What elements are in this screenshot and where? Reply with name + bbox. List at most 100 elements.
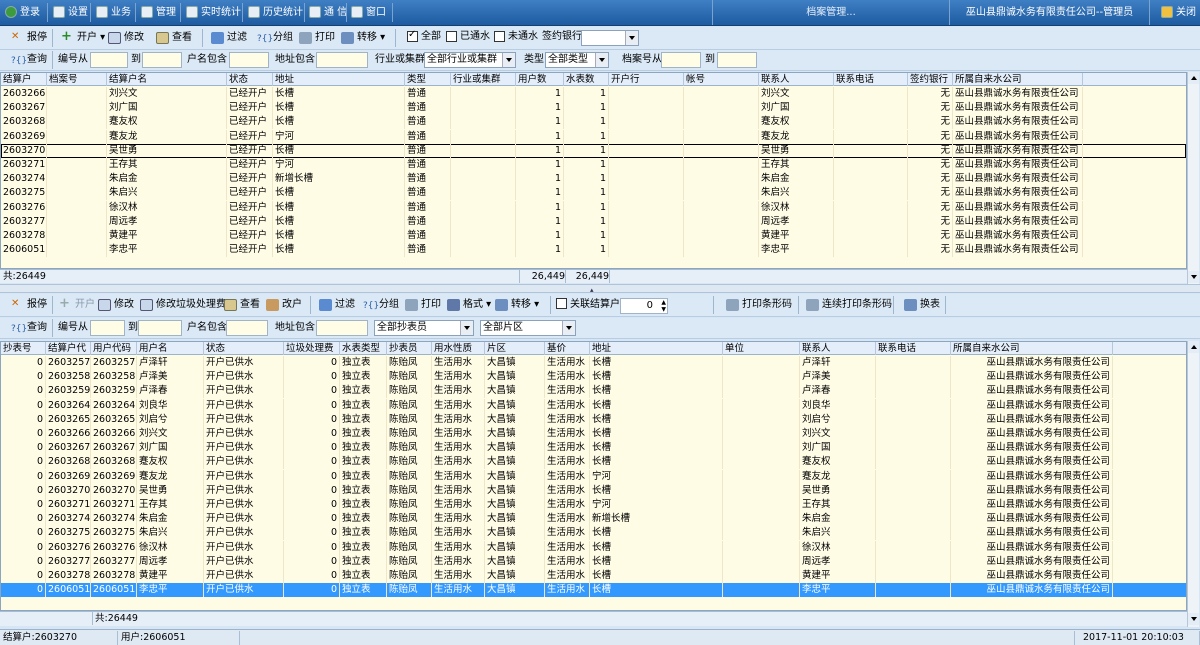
column-header[interactable]: 行业或集群 [451, 73, 516, 86]
table-row[interactable]: 0 2603265 2603265 刘启兮 开户已供水 0 独立表 陈贻凤 生活用水 大昌镇 生活用… [1, 412, 1186, 427]
group-button[interactable]: ?{} 分组 [256, 28, 293, 48]
account-grid-scrollbar[interactable] [1187, 72, 1199, 284]
table-row[interactable]: 0 2603275 2603275 朱启兴 开户已供水 0 独立表 陈贻凤 生活用水 大昌镇 生活用… [1, 526, 1186, 541]
table-row[interactable]: 0 2603276 2603276 徐汉林 开户已供水 0 独立表 陈贻凤 生活用水 大昌镇 生活用… [1, 540, 1186, 555]
table-row[interactable]: 2603278 黄建平 已经开户 长槽 普通 1 1 黄建平无巫山县鼎诚水务有限责任公司 [1, 229, 1186, 243]
column-header[interactable]: 状态 [227, 73, 273, 86]
table-row[interactable]: 2603268 蹇友权 已经开户 长槽 普通 1 1 蹇友权无巫山县鼎诚水务有限责任公司 [1, 115, 1186, 130]
menu-history[interactable]: 历史统计 [245, 2, 303, 23]
name-contains-input[interactable] [229, 52, 269, 68]
spinner-arrows-icon[interactable]: ▲ ▼ [661, 299, 666, 313]
report-stop-button-2[interactable]: ✕ 报停 [10, 295, 47, 315]
column-header[interactable]: 片区 [485, 342, 545, 355]
menu-realtime[interactable]: 实时统计 [183, 2, 241, 23]
table-row[interactable]: 0 2603264 2603264 刘良华 开户已供水 0 独立表 陈贻凤 生活用水 大昌镇 生活用… [1, 398, 1186, 413]
transfer-button-2[interactable]: 转移 ▾ [494, 295, 539, 315]
table-row[interactable]: 0 2603268 2603268 蹇友权 开户已供水 0 独立表 陈贻凤 生活用水 大昌镇 生活用… [1, 455, 1186, 470]
column-header[interactable]: 所属自来水公司 [953, 73, 1083, 86]
table-row[interactable]: 0 2603271 2603271 王存其 开户已供水 0 独立表 陈贻凤 生活用水 大昌镇 生活用… [1, 498, 1186, 512]
type-select[interactable]: 全部类型 [545, 52, 609, 68]
column-header[interactable]: 联系人 [759, 73, 834, 86]
column-header[interactable]: 用户名 [137, 342, 204, 355]
table-row[interactable]: 0 2603258 2603258 卢泽美 开户已供水 0 独立表 陈贻凤 生活用水 大昌镇 生活用… [1, 370, 1186, 385]
table-row[interactable]: 0 2603278 2603278 黄建平 开户已供水 0 独立表 陈贻凤 生活用水 大昌镇 生活用… [1, 569, 1186, 583]
column-header[interactable]: 抄表号 [1, 342, 46, 355]
num-from-input-2[interactable] [90, 320, 125, 336]
scroll-up-icon[interactable] [1188, 72, 1199, 84]
column-header[interactable]: 签约银行 [908, 73, 953, 86]
archive-to-input[interactable] [717, 52, 757, 68]
table-row[interactable]: 2603276 徐汉林 已经开户 长槽 普通 1 1 徐汉林无巫山县鼎诚水务有限责任公司 [1, 200, 1186, 215]
area-select[interactable]: 全部片区 [480, 320, 576, 336]
table-row[interactable]: 2603270 吴世勇 已经开户 长槽 普通 1 1 吴世勇无巫山县鼎诚水务有限责任公司 [1, 143, 1186, 158]
column-header[interactable]: 结算户 [1, 73, 47, 86]
column-header[interactable]: 联系电话 [834, 73, 908, 86]
column-header[interactable]: 联系人 [800, 342, 876, 355]
column-header[interactable]: 用水性质 [432, 342, 485, 355]
column-header[interactable]: 垃圾处理费 [284, 342, 340, 355]
group-button-2[interactable]: ?{} 分组 [362, 295, 399, 315]
column-header[interactable]: 类型 [405, 73, 451, 86]
menu-manage[interactable]: 管理 [138, 2, 176, 23]
column-header[interactable]: 抄表员 [387, 342, 432, 355]
column-header[interactable]: 开户行 [609, 73, 684, 86]
print-button-2[interactable]: 打印 [404, 295, 441, 315]
table-row[interactable]: 2606051 李忠平 已经开户 长槽 普通 1 1 李忠平无巫山县鼎诚水务有限责任公司 [1, 243, 1186, 258]
filter-button[interactable]: 过滤 [210, 28, 247, 48]
modify-button-2[interactable]: 修改 [97, 295, 134, 315]
splitter[interactable]: ▴ [0, 284, 1200, 294]
column-header[interactable]: 基价 [545, 342, 590, 355]
table-row[interactable]: 0 2606051 2606051 李忠平 开户已供水 0 独立表 陈贻凤 生活用水 大昌镇 生活用… [1, 583, 1186, 598]
column-header[interactable]: 地址 [590, 342, 723, 355]
column-header[interactable]: 用户数 [516, 73, 564, 86]
view-button[interactable]: 查看 [155, 28, 192, 48]
all-checkbox[interactable] [407, 29, 418, 42]
modify-garbage-fee-button[interactable]: 修改垃圾处理费 [139, 295, 226, 315]
table-row[interactable]: 2603267 刘广国 已经开户 长槽 普通 1 1 刘广国无巫山县鼎诚水务有限责任公司 [1, 101, 1186, 116]
column-header[interactable]: 地址 [273, 73, 405, 86]
menu-comm[interactable]: 通 信 [306, 2, 347, 23]
table-row[interactable]: 0 2603266 2603266 刘兴文 开户已供水 0 独立表 陈贻凤 生活用水 大昌镇 生活用… [1, 427, 1186, 441]
addr-contains-input[interactable] [316, 52, 368, 68]
archive-from-input[interactable] [661, 52, 701, 68]
batch-print-barcode-button[interactable]: 连续打印条形码 [805, 295, 892, 315]
scroll-up-icon[interactable] [1188, 341, 1199, 353]
column-header[interactable]: 状态 [204, 342, 284, 355]
menu-login[interactable]: 登录 [2, 2, 40, 23]
menu-close[interactable]: 关闭 [1158, 2, 1196, 23]
format-button[interactable]: 格式 ▾ [446, 295, 491, 315]
modify-button[interactable]: 修改 [107, 28, 144, 48]
meter-reader-select[interactable]: 全部抄表员 [374, 320, 474, 336]
column-header[interactable]: 联系电话 [876, 342, 951, 355]
menu-settings[interactable]: 设置 [50, 2, 88, 23]
filter-button-2[interactable]: 过滤 [318, 295, 355, 315]
column-header[interactable]: 档案号 [47, 73, 107, 86]
column-header[interactable]: 结算户代 [46, 342, 91, 355]
view-button-2[interactable]: 查看 [223, 295, 260, 315]
query-button-2[interactable]: ?{} 查询 [10, 318, 47, 338]
table-row[interactable]: 2603275 朱启兴 已经开户 长槽 普通 1 1 朱启兴无巫山县鼎诚水务有限责任公司 [1, 186, 1186, 201]
user-grid-scrollbar[interactable] [1187, 341, 1199, 627]
table-row[interactable]: 2603274 朱启金 已经开户 新增长槽 普通 1 1 朱启金无巫山县鼎诚水务有限责任公司 [1, 172, 1186, 187]
link-account-spinner[interactable]: 0 ▲ ▼ [620, 298, 668, 314]
num-to-input[interactable] [142, 52, 182, 68]
scroll-down-icon[interactable] [1188, 613, 1199, 625]
num-to-input-2[interactable] [138, 320, 182, 336]
table-row[interactable]: 0 2603257 2603257 卢泽轩 开户已供水 0 独立表 陈贻凤 生活用水 大昌镇 生活用… [1, 356, 1186, 370]
open-account-button-2[interactable]: + 开户 [58, 295, 95, 315]
print-barcode-button[interactable]: 打印条形码 [725, 295, 792, 315]
open-account-button[interactable]: + 开户 ▾ [60, 28, 105, 48]
print-button[interactable]: 打印 [298, 28, 335, 48]
column-header[interactable]: 单位 [723, 342, 800, 355]
account-grid[interactable]: 结算户 档案号 结算户名 状态 地址 类型 行业或集群 用户数 水表数 开户行 帐号 联系人 联系电话签… [0, 72, 1187, 269]
swap-meter-button[interactable]: 换表 [903, 295, 940, 315]
addr-contains-input-2[interactable] [316, 320, 368, 336]
link-account-checkbox[interactable] [556, 298, 567, 309]
column-header[interactable]: 水表数 [564, 73, 609, 86]
sign-bank-select[interactable] [581, 30, 639, 46]
menu-business[interactable]: 业务 [93, 2, 131, 23]
table-row[interactable]: 0 2603269 2603269 蹇友龙 开户已供水 0 独立表 陈贻凤 生活用水 大昌镇 生活用… [1, 469, 1186, 484]
table-row[interactable]: 2603269 蹇友龙 已经开户 宁河 普通 1 1 蹇友龙无巫山县鼎诚水务有限责任公司 [1, 129, 1186, 144]
table-row[interactable]: 0 2603277 2603277 周远孝 开户已供水 0 独立表 陈贻凤 生活用水 大昌镇 生活用… [1, 554, 1186, 569]
table-row[interactable]: 2603266 刘兴文 已经开户 长槽 普通 1 1 刘兴文无巫山县鼎诚水务有限责任公司 [1, 87, 1186, 101]
